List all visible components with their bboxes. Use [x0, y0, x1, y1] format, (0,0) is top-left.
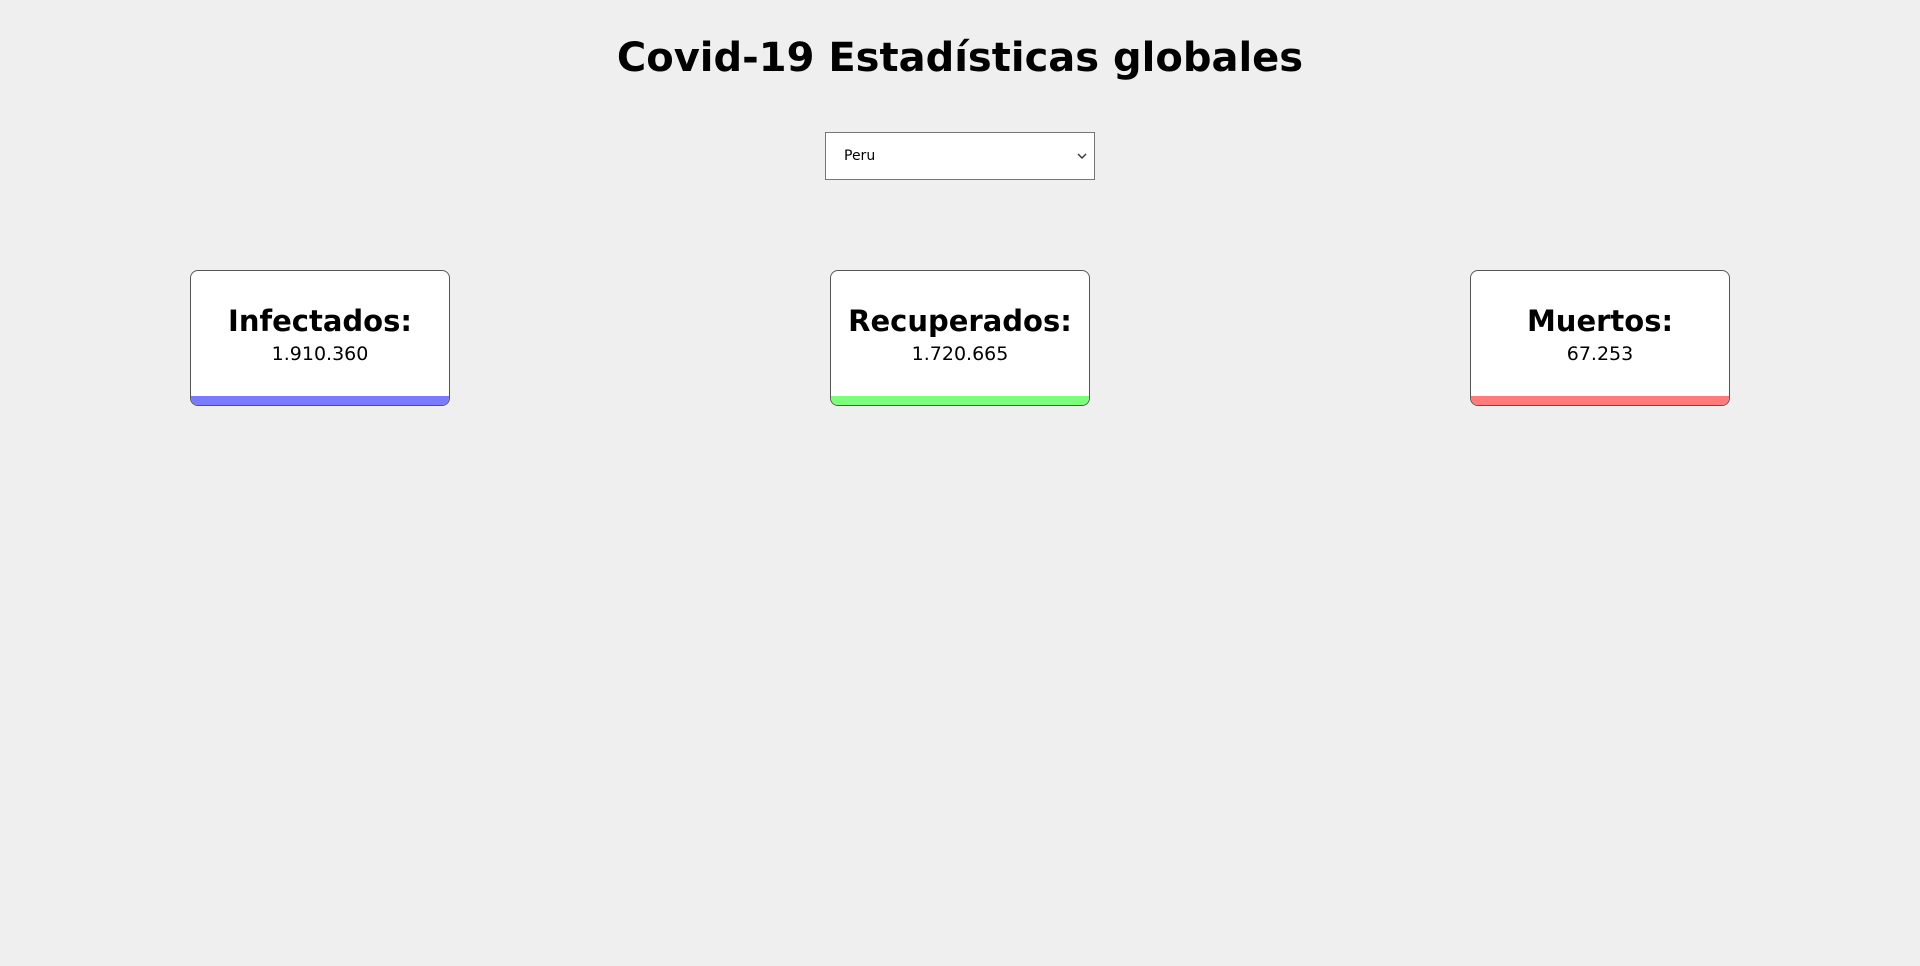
country-select[interactable]: Peru: [825, 132, 1095, 180]
infected-color-bar: [191, 396, 449, 405]
country-select-value: Peru: [844, 148, 876, 164]
deaths-label: Muertos:: [1526, 304, 1674, 338]
deaths-card: Muertos: 67.253: [1470, 270, 1730, 406]
deaths-color-bar: [1471, 396, 1729, 405]
infected-value: 1.910.360: [271, 343, 369, 365]
recovered-value: 1.720.665: [911, 343, 1009, 365]
recovered-color-bar: [831, 396, 1089, 405]
infected-label: Infectados:: [228, 304, 412, 338]
page-title: Covid-19 Estadísticas globales: [616, 35, 1304, 81]
infected-card: Infectados: 1.910.360: [190, 270, 450, 406]
chevron-down-icon: [1077, 153, 1087, 159]
deaths-value: 67.253: [1566, 343, 1634, 365]
recovered-card: Recuperados: 1.720.665: [830, 270, 1090, 406]
recovered-label: Recuperados:: [848, 304, 1072, 338]
